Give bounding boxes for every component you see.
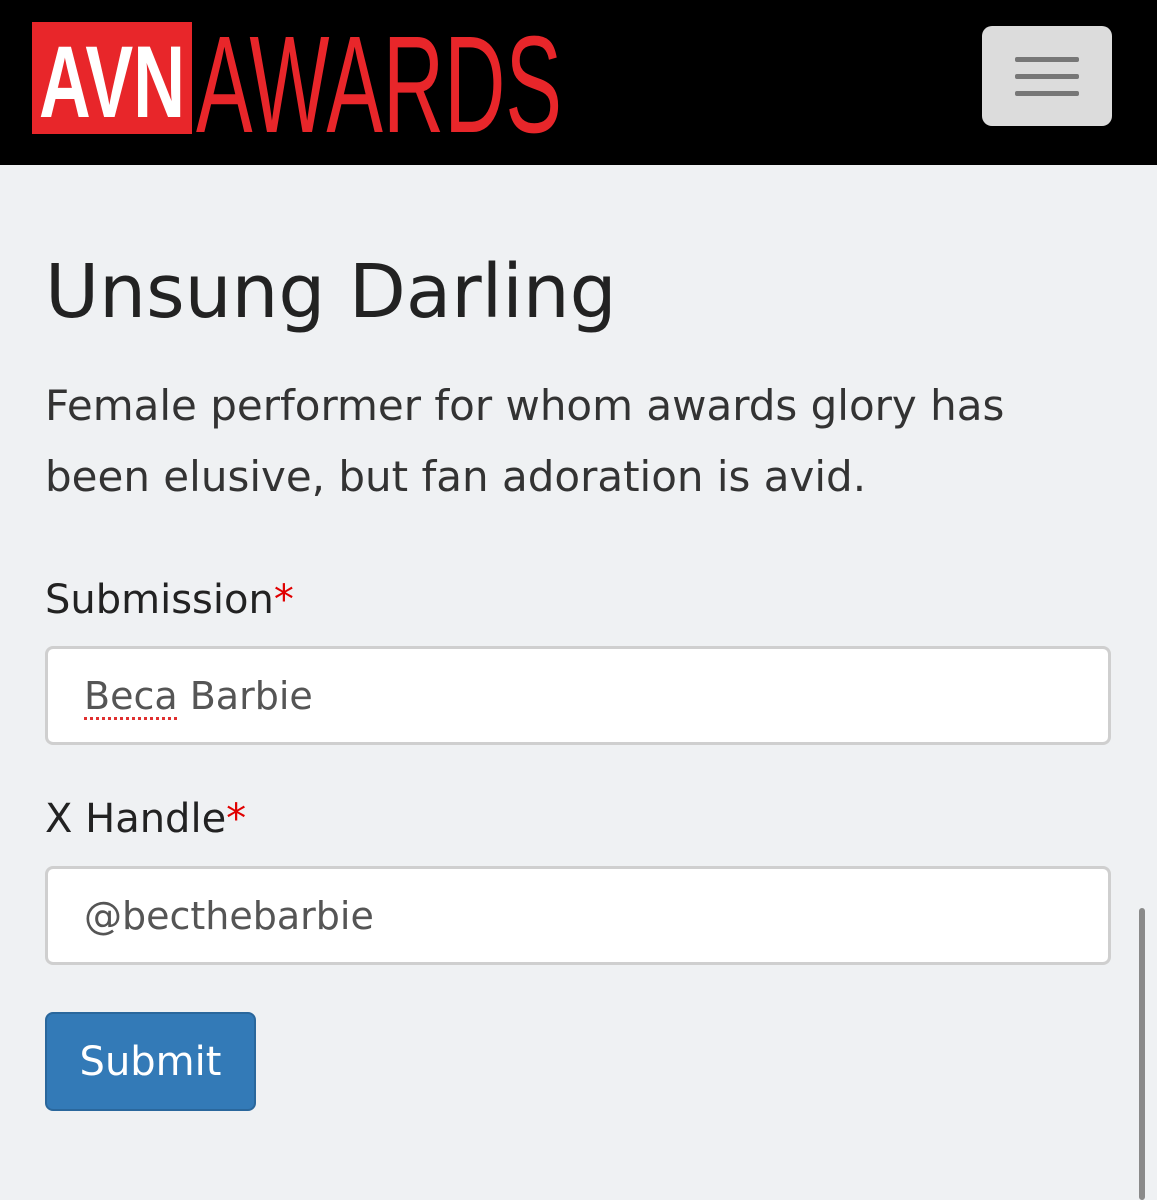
- submission-label-text: Submission: [45, 577, 274, 623]
- x-handle-input-value: @becthebarbie: [84, 893, 374, 938]
- menu-bar-middle: [1015, 74, 1079, 79]
- x-handle-input[interactable]: @becthebarbie: [45, 866, 1111, 965]
- submission-label: Submission*: [45, 575, 294, 625]
- required-asterisk: *: [273, 577, 294, 623]
- menu-bar-top: [1015, 57, 1079, 62]
- page-title: Unsung Darling: [45, 249, 617, 335]
- submit-button[interactable]: Submit: [45, 1012, 256, 1111]
- submission-input[interactable]: Beca Barbie: [45, 646, 1111, 745]
- submission-input-value: Beca Barbie: [84, 674, 313, 718]
- required-asterisk: *: [226, 796, 247, 842]
- avn-awards-logo[interactable]: AVN AWARDS: [28, 14, 568, 140]
- submission-value-rest: Barbie: [177, 673, 313, 718]
- logo-awards-text: AWARDS: [196, 14, 562, 140]
- x-handle-label: X Handle*: [45, 794, 246, 844]
- x-handle-label-text: X Handle: [45, 796, 227, 842]
- site-header: AVN AWARDS: [0, 0, 1157, 165]
- category-description: Female performer for whom awards glory h…: [45, 381, 1005, 501]
- menu-toggle-button[interactable]: [982, 26, 1112, 126]
- scrollbar-thumb[interactable]: [1139, 908, 1145, 1200]
- spellcheck-flagged-word: Beca: [84, 673, 178, 718]
- logo-avn-text: AVN: [39, 25, 185, 139]
- menu-bar-bottom: [1015, 91, 1079, 96]
